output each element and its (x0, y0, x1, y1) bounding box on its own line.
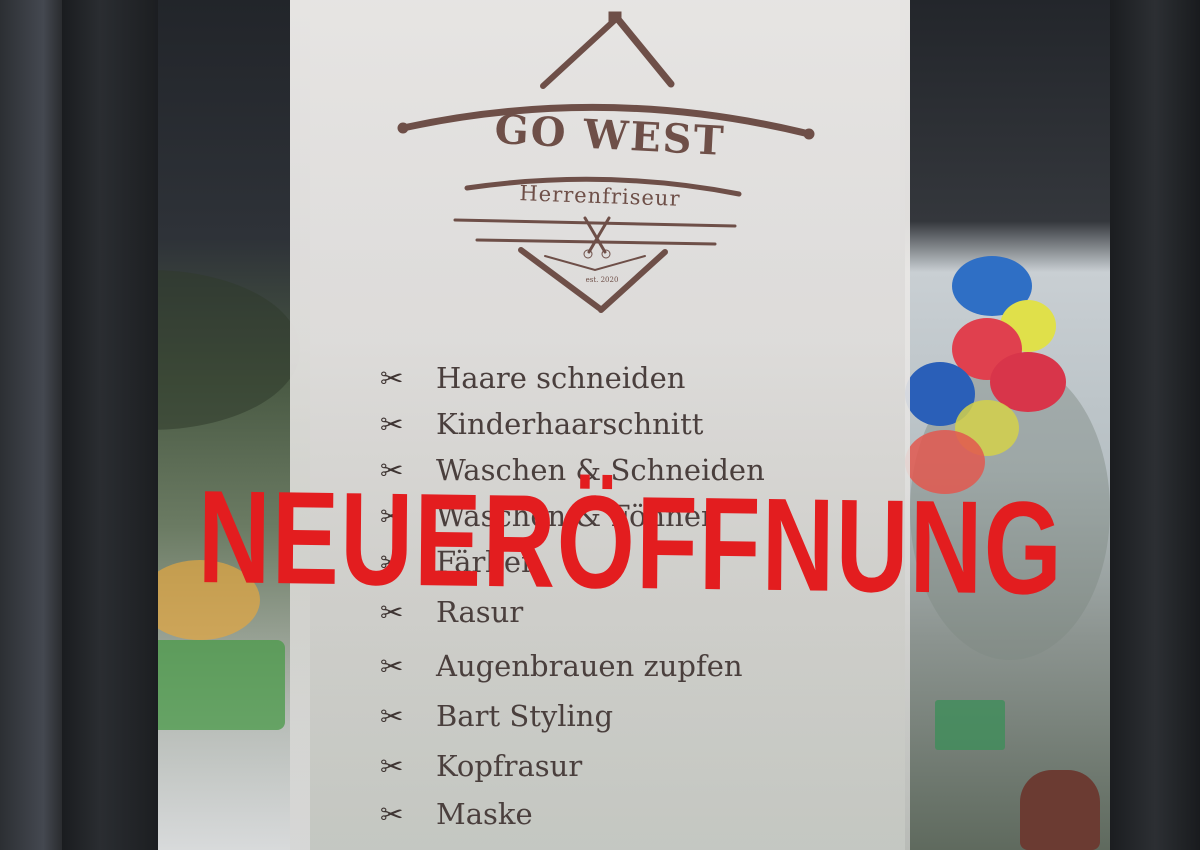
service-label: Bart Styling (436, 699, 614, 733)
person-reflection (1020, 770, 1100, 850)
scissors-icon: ✂ (380, 699, 404, 733)
list-item: ✂ Haare schneiden (380, 356, 685, 400)
list-item: ✂ Augenbrauen zupfen (380, 644, 743, 688)
scissors-icon: ✂ (380, 407, 404, 441)
service-label: Augenbrauen zupfen (436, 649, 743, 683)
shop-window-scene: GO WEST Herrenfriseur est. 2020 ✂ Haare … (0, 0, 1200, 850)
scissors-icon: ✂ (380, 361, 404, 395)
window-frame-left (0, 0, 62, 850)
grand-opening-banner: NEUERÖFFNUNG (197, 463, 1064, 622)
scissors-icon: ✂ (380, 749, 404, 783)
list-item: ✂ Kinderhaarschnitt (380, 402, 703, 446)
list-item: ✂ Kopfrasur (380, 744, 582, 788)
scissors-icon: ✂ (380, 797, 404, 831)
service-label: Haare schneiden (436, 361, 686, 395)
service-label: Kinderhaarschnitt (436, 407, 704, 441)
window-frame-right (1110, 0, 1200, 850)
sign-reflection (935, 700, 1005, 750)
list-item: ✂ Maske (380, 792, 533, 836)
service-label: Maske (436, 797, 533, 831)
list-item: ✂ Bart Styling (380, 694, 613, 738)
service-label: Kopfrasur (436, 749, 583, 783)
established-label: est. 2020 (585, 276, 619, 284)
scissors-icon: ✂ (380, 649, 404, 683)
window-frame-mullion (62, 0, 158, 850)
